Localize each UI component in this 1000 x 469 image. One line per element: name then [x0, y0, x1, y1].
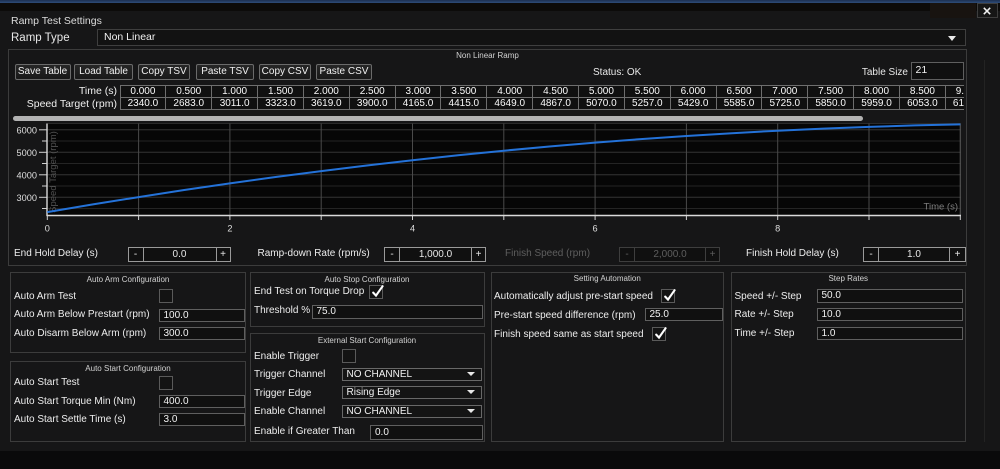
svg-text:4: 4 — [410, 224, 415, 234]
svg-text:6: 6 — [593, 224, 598, 234]
svg-text:3000: 3000 — [17, 193, 37, 203]
svg-text:5000: 5000 — [17, 148, 37, 158]
svg-text:2: 2 — [227, 224, 232, 234]
svg-text:Speed Target (rpm): Speed Target (rpm) — [48, 131, 59, 213]
svg-text:8: 8 — [775, 224, 780, 234]
svg-text:Time (s): Time (s) — [924, 202, 958, 213]
svg-text:4000: 4000 — [17, 170, 37, 180]
svg-text:6000: 6000 — [17, 125, 37, 135]
svg-text:0: 0 — [45, 224, 50, 234]
